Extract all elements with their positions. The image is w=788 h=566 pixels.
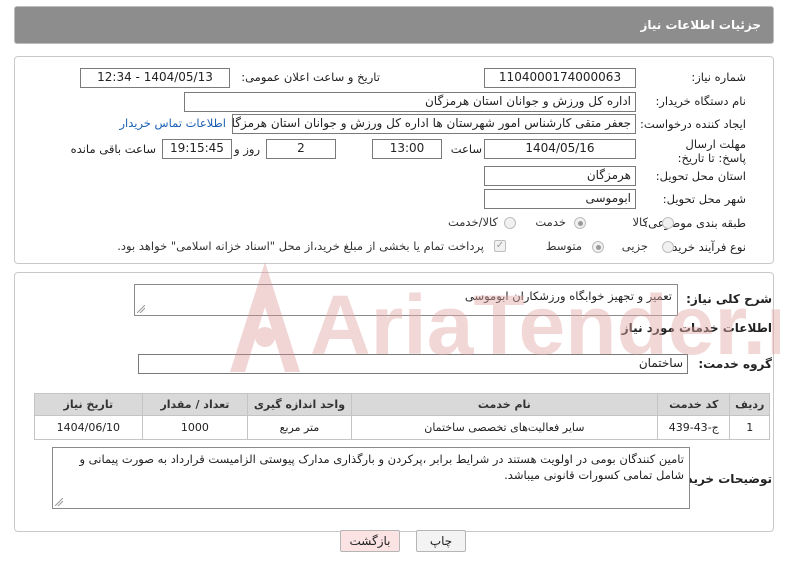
delivery-province-field[interactable]: هرمزگان xyxy=(484,166,636,186)
purchase-option-minor: جزیی xyxy=(621,239,648,253)
summary-text: تعمیر و تجهیز خوابگاه ورزشکاران ابوموسی xyxy=(464,289,672,303)
table-row[interactable]: 1 ج-43-439 سایر فعالیت‌های تخصصی ساختمان… xyxy=(34,415,770,440)
delivery-city-field[interactable]: ابوموسی xyxy=(484,189,636,209)
cell-row-number: 1 xyxy=(729,415,770,440)
remaining-time-field[interactable]: 19:15:45 xyxy=(162,139,232,159)
category-option-goods: کالا xyxy=(632,215,648,229)
category-label: طبقه بندی موضوعی: xyxy=(644,216,746,230)
deadline-time-label: ساعت xyxy=(450,142,482,156)
delivery-province-label: استان محل تحویل: xyxy=(655,169,746,183)
delivery-city-label: شهر محل تحویل: xyxy=(662,192,746,206)
payment-note: پرداخت تمام یا بخشی از مبلغ خرید،از محل … xyxy=(117,239,484,253)
services-section-title: اطلاعات خدمات مورد نیاز xyxy=(621,321,772,335)
buyer-contact-link[interactable]: اطلاعات تماس خریدار xyxy=(119,116,226,130)
summary-label: شرح کلی نیاز: xyxy=(686,292,772,306)
service-group-field[interactable]: ساختمان xyxy=(138,354,688,374)
days-label: روز و xyxy=(234,142,260,156)
announce-datetime-label: تاریخ و ساعت اعلان عمومی: xyxy=(241,70,380,84)
need-number-field[interactable]: 1104000174000063 xyxy=(484,68,636,88)
buyer-notes-text: تامین کنندگان بومی در اولویت هستند در شر… xyxy=(79,452,684,482)
buyer-notes-textarea[interactable]: تامین کنندگان بومی در اولویت هستند در شر… xyxy=(52,447,690,509)
col-service-code: کد خدمت xyxy=(657,393,731,416)
col-unit: واحد اندازه گیری xyxy=(247,393,352,416)
col-need-date: تاریخ نیاز xyxy=(34,393,143,416)
category-radio-goods[interactable] xyxy=(662,217,674,229)
category-radio-service[interactable] xyxy=(574,217,586,229)
purchase-radio-medium[interactable] xyxy=(592,241,604,253)
remaining-label: ساعت باقی مانده xyxy=(70,142,156,156)
page-title: جزئیات اطلاعات نیاز xyxy=(640,18,761,32)
deadline-date-field[interactable]: 1404/05/16 xyxy=(484,139,636,159)
cell-quantity: 1000 xyxy=(141,415,249,440)
need-number-label: شماره نیاز: xyxy=(691,70,746,84)
requester-field[interactable]: جعفر متقی کارشناس امور شهرستان ها اداره … xyxy=(232,114,636,134)
cell-unit: متر مربع xyxy=(247,415,352,440)
summary-textarea[interactable]: تعمیر و تجهیز خوابگاه ورزشکاران ابوموسی xyxy=(134,284,678,316)
col-row-number: ردیف xyxy=(729,393,770,416)
cell-service-name: سایر فعالیت‌های تخصصی ساختمان xyxy=(350,415,659,440)
print-button[interactable]: چاپ xyxy=(416,530,466,552)
category-option-goods-service: کالا/خدمت xyxy=(447,215,498,229)
purchase-option-medium: متوسط xyxy=(545,239,582,253)
cell-service-code: ج-43-439 xyxy=(657,415,731,440)
buyer-org-field[interactable]: اداره کل ورزش و جوانان استان هرمزگان xyxy=(184,92,636,112)
services-table: ردیف کد خدمت نام خدمت واحد اندازه گیری ت… xyxy=(34,393,770,440)
category-option-service: خدمت xyxy=(535,215,566,229)
col-quantity: تعداد / مقدار xyxy=(141,393,249,416)
category-radio-goods-service[interactable] xyxy=(504,217,516,229)
cell-need-date: 1404/06/10 xyxy=(34,415,143,440)
purchase-type-label: نوع فرآیند خرید : xyxy=(664,240,746,254)
table-header-row: ردیف کد خدمت نام خدمت واحد اندازه گیری ت… xyxy=(34,393,770,416)
page-header: جزئیات اطلاعات نیاز xyxy=(14,6,774,44)
purchase-radio-minor[interactable] xyxy=(662,241,674,253)
announce-datetime-field[interactable]: 1404/05/13 - 12:34 xyxy=(80,68,230,88)
col-service-name: نام خدمت xyxy=(350,393,659,416)
buyer-org-label: نام دستگاه خریدار: xyxy=(655,94,746,108)
days-field[interactable]: 2 xyxy=(266,139,336,159)
resize-grip-icon[interactable] xyxy=(137,305,145,313)
deadline-label: مهلت ارسال پاسخ: تا تاریخ: xyxy=(677,137,746,165)
treasury-checkbox[interactable]: ✓ xyxy=(494,240,506,252)
service-group-label: گروه خدمت: xyxy=(698,357,772,371)
back-button[interactable]: بازگشت xyxy=(340,530,400,552)
requester-label: ایجاد کننده درخواست: xyxy=(640,117,746,131)
resize-grip-icon[interactable] xyxy=(55,498,63,506)
deadline-time-field[interactable]: 13:00 xyxy=(372,139,442,159)
